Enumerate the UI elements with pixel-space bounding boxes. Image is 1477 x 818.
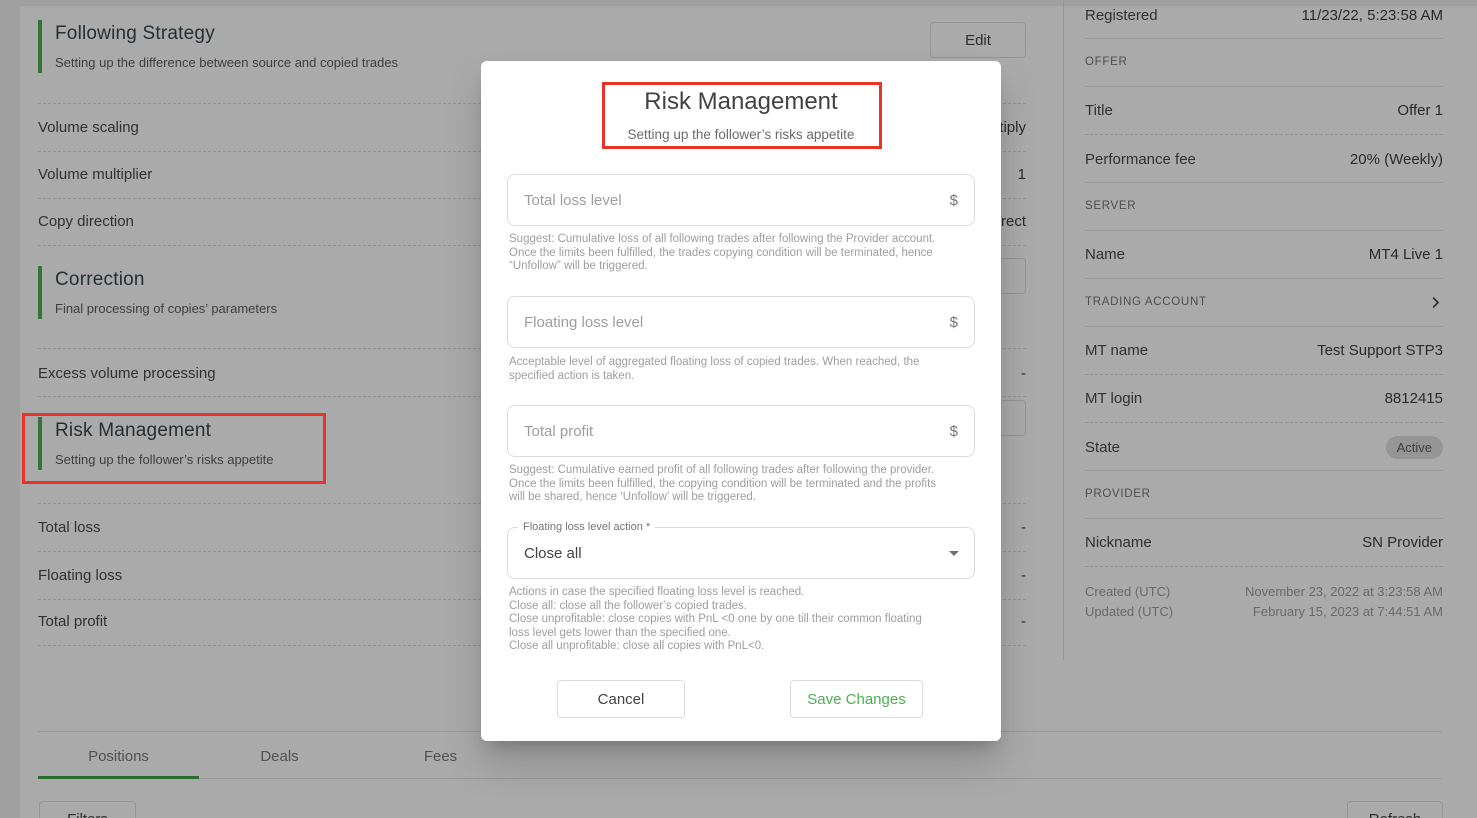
chevron-down-icon	[949, 551, 959, 556]
floating-loss-action-select[interactable]: Floating loss level action * Close all	[507, 527, 975, 579]
dollar-suffix: $	[950, 192, 974, 209]
risk-management-dialog: Risk Management Setting up the follower’…	[481, 61, 1001, 741]
floating-loss-helper-text: Acceptable level of aggregated floating …	[509, 356, 945, 383]
select-floating-label: Floating loss level action *	[518, 521, 655, 533]
dialog-title: Risk Management	[481, 88, 1001, 116]
total-profit-field: $	[507, 405, 975, 457]
select-value: Close all	[508, 545, 582, 562]
copy-trading-settings-page: Following Strategy Setting up the differ…	[0, 0, 1477, 818]
floating-loss-level-input[interactable]	[508, 314, 950, 331]
floating-loss-level-field: $	[507, 296, 975, 348]
dollar-suffix: $	[950, 314, 974, 331]
save-changes-button[interactable]: Save Changes	[790, 680, 923, 718]
floating-loss-action-helper-text: Actions in case the specified floating l…	[509, 586, 945, 654]
dollar-suffix: $	[950, 423, 974, 440]
cancel-button[interactable]: Cancel	[557, 680, 685, 718]
total-profit-input[interactable]	[508, 423, 950, 440]
total-loss-helper-text: Suggest: Cumulative loss of all followin…	[509, 233, 945, 274]
total-profit-helper-text: Suggest: Cumulative earned profit of all…	[509, 464, 945, 505]
dialog-subtitle: Setting up the follower’s risks appetite	[481, 127, 1001, 142]
total-loss-level-input[interactable]	[508, 192, 950, 209]
total-loss-level-field: $	[507, 174, 975, 226]
